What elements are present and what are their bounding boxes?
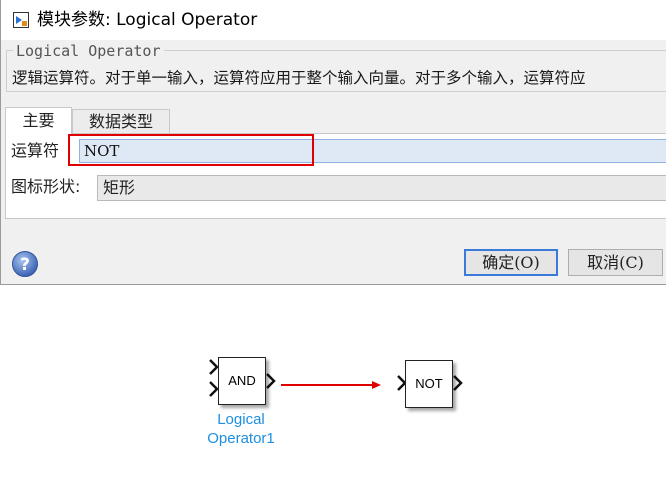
diagram-canvas xyxy=(209,359,463,397)
not-input-port xyxy=(397,375,407,391)
and-output-port xyxy=(266,373,276,389)
not-output-port xyxy=(453,375,463,391)
and-input-port-2 xyxy=(209,381,219,397)
signal-arrowhead xyxy=(372,381,381,389)
tab-main[interactable]: 主要 xyxy=(5,107,72,134)
block-name-label[interactable]: Logical Operator1 xyxy=(200,410,282,448)
and-input-port-1 xyxy=(209,359,219,375)
block-name-line-2: Operator1 xyxy=(207,430,275,447)
and-block[interactable]: AND xyxy=(218,357,266,405)
not-block[interactable]: NOT xyxy=(405,360,453,408)
block-name-line-1: Logical xyxy=(217,411,265,428)
